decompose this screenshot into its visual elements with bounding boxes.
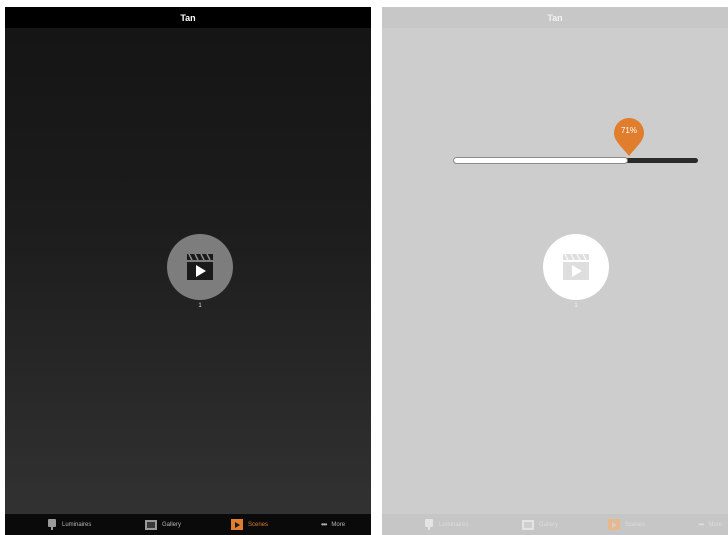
tab-label: More — [708, 521, 723, 528]
scene-button[interactable] — [543, 234, 609, 300]
lamp-icon — [48, 518, 56, 530]
brightness-slider[interactable] — [454, 158, 698, 163]
lamp-icon — [425, 518, 433, 530]
tab-luminaires[interactable]: Luminaires — [424, 514, 468, 535]
tab-bar: Luminaires Gallery Scenes ••• More — [382, 514, 728, 535]
page-title: Tan — [547, 12, 563, 23]
more-icon: ••• — [698, 520, 704, 529]
title-bar: Tan — [5, 7, 371, 28]
brightness-value: 71% — [620, 126, 637, 135]
clapperboard-icon — [563, 253, 589, 280]
tab-label: Scenes — [248, 521, 269, 528]
tab-label: Scenes — [625, 521, 646, 528]
slider-fill — [454, 158, 628, 163]
tab-label: Luminaires — [439, 521, 469, 528]
map-pin-icon — [614, 118, 644, 156]
gallery-icon — [145, 519, 157, 530]
tab-label: Gallery — [162, 521, 182, 528]
tab-label: Gallery — [539, 521, 559, 528]
scenes-screen-dark: Tan 1 Luminaires Gallery Scenes ••• More — [5, 7, 371, 535]
scenes-screen-dimming: Tan 71% 1 Luminaires Gallery Scenes ••• … — [382, 7, 728, 535]
tab-bar: Luminaires Gallery Scenes ••• More — [5, 514, 371, 535]
tab-more[interactable]: ••• More — [698, 514, 722, 535]
brightness-value-bubble: 71% — [612, 117, 646, 157]
scene-label: 1 — [198, 303, 202, 309]
title-bar: Tan — [382, 7, 728, 28]
more-icon: ••• — [321, 520, 327, 529]
tab-gallery[interactable]: Gallery — [522, 514, 558, 535]
gallery-icon — [522, 519, 534, 530]
scene-button[interactable] — [167, 234, 233, 300]
tab-luminaires[interactable]: Luminaires — [47, 514, 91, 535]
tab-scenes[interactable]: Scenes — [231, 514, 268, 535]
tab-label: Luminaires — [62, 521, 92, 528]
scene-label: 1 — [574, 303, 578, 309]
tab-scenes[interactable]: Scenes — [608, 514, 645, 535]
page-title: Tan — [180, 12, 196, 23]
tab-gallery[interactable]: Gallery — [145, 514, 181, 535]
clapperboard-icon — [608, 519, 620, 530]
tab-label: More — [331, 521, 346, 528]
clapperboard-icon — [231, 519, 243, 530]
clapperboard-icon — [187, 253, 213, 280]
tab-more[interactable]: ••• More — [321, 514, 345, 535]
